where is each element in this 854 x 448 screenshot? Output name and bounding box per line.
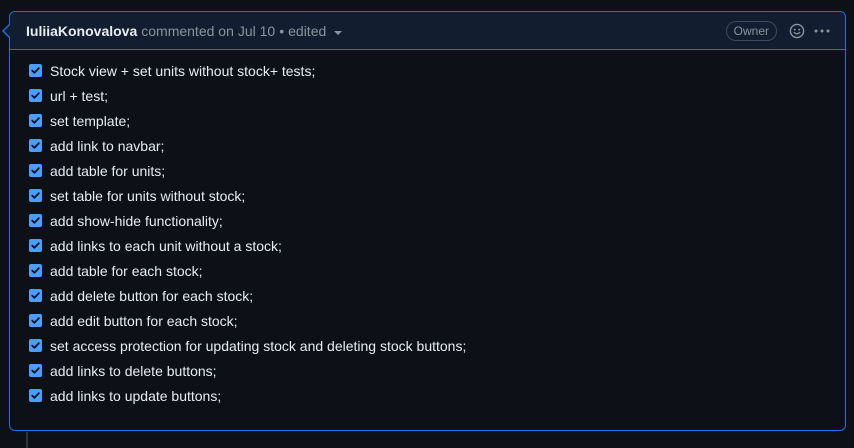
task-label: set table for units without stock; [50,187,246,204]
task-list-item: add links to each unit without a stock; [29,233,845,258]
task-label: add table for each stock; [50,262,203,279]
checkbox-checked-icon[interactable] [29,314,42,327]
checkbox-checked-icon[interactable] [29,139,42,152]
task-label: set access protection for updating stock… [50,337,467,354]
checkbox-checked-icon[interactable] [29,389,42,402]
task-label: add show-hide functionality; [50,212,223,229]
edited-dropdown[interactable]: edited [288,22,343,39]
checkbox-checked-icon[interactable] [29,239,42,252]
task-list-item: set access protection for updating stock… [29,333,845,358]
checkbox-checked-icon[interactable] [29,64,42,77]
checkbox-checked-icon[interactable] [29,364,42,377]
task-label: add links to each unit without a stock; [50,237,282,254]
checkbox-checked-icon[interactable] [29,114,42,127]
checkbox-checked-icon[interactable] [29,339,42,352]
task-label: add links to update buttons; [50,387,222,404]
task-list-item: set template; [29,108,845,133]
checkbox-checked-icon[interactable] [29,214,42,227]
task-list-item: add link to navbar; [29,133,845,158]
meta-separator: • [279,22,285,39]
task-label: add edit button for each stock; [50,312,238,329]
checkbox-checked-icon[interactable] [29,289,42,302]
timeline-line [26,432,28,448]
comment-header: IuliiaKonovalova commented on Jul 10 • e… [10,12,845,50]
smiley-icon[interactable] [789,23,805,39]
checkbox-checked-icon[interactable] [29,264,42,277]
task-label: add delete button for each stock; [50,287,254,304]
task-label: add link to navbar; [50,137,165,154]
task-list-item: add links to delete buttons; [29,358,845,383]
task-list-item: add edit button for each stock; [29,308,845,333]
task-list-item: add show-hide functionality; [29,208,845,233]
task-list-item: add table for each stock; [29,258,845,283]
comment-date[interactable]: Jul 10 [238,23,275,39]
checkbox-checked-icon[interactable] [29,164,42,177]
task-list-item: url + test; [29,83,845,108]
comment-action: commented on [141,22,234,39]
task-label: add table for units; [50,162,166,179]
checkbox-checked-icon[interactable] [29,89,42,102]
task-list-item: add links to update buttons; [29,383,845,408]
checkbox-checked-icon[interactable] [29,189,42,202]
task-list-item: add table for units; [29,158,845,183]
task-label: url + test; [50,87,108,104]
task-label: set template; [50,112,131,129]
owner-badge: Owner [725,20,777,41]
task-list-item: set table for units without stock; [29,183,845,208]
task-list-item: add delete button for each stock; [29,283,845,308]
kebab-horizontal-icon[interactable] [813,23,831,39]
comment-card: IuliiaKonovalova commented on Jul 10 • e… [2,11,846,431]
caret-down-icon [334,30,343,35]
task-label: add links to delete buttons; [50,362,217,379]
comment-author[interactable]: IuliiaKonovalova [26,23,137,39]
edited-label: edited [288,22,327,39]
task-list-item: Stock view + set units without stock+ te… [29,58,845,83]
task-label: Stock view + set units without stock+ te… [50,62,316,79]
task-list: Stock view + set units without stock+ te… [10,50,845,408]
